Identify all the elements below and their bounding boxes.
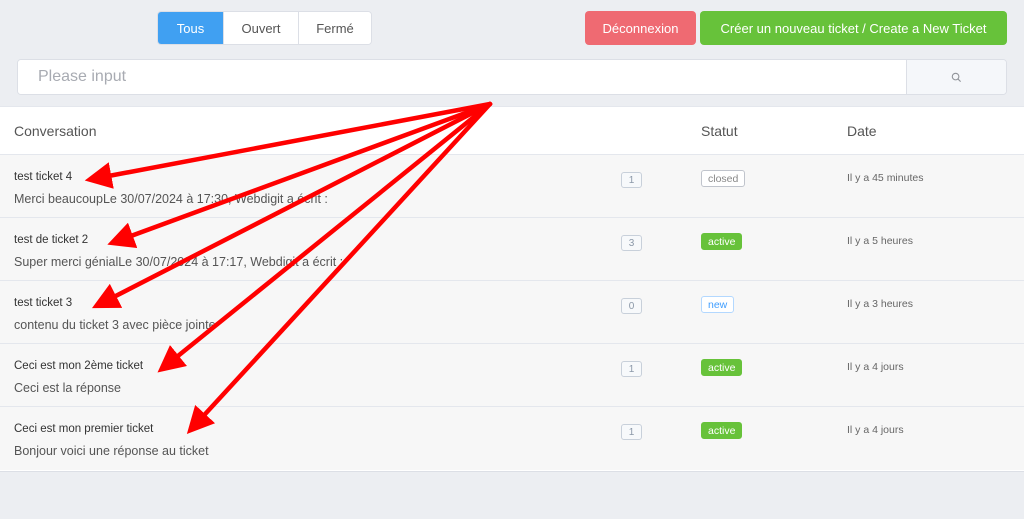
- ticket-title[interactable]: Ceci est mon 2ème ticket: [14, 360, 143, 372]
- message-count-badge: 1: [621, 361, 642, 377]
- table-header: Conversation Statut Date: [0, 107, 1024, 155]
- ticket-table: Conversation Statut Date test ticket 4 M…: [0, 106, 1024, 472]
- status-badge: active: [701, 233, 743, 250]
- ticket-snippet: contenu du ticket 3 avec pièce jointe: [14, 318, 216, 332]
- search-button[interactable]: [906, 60, 1006, 94]
- ticket-date: Il y a 45 minutes: [847, 172, 924, 184]
- ticket-date: Il y a 4 jours: [847, 424, 904, 436]
- ticket-snippet: Merci beaucoupLe 30/07/2024 à 17:30, Web…: [14, 192, 328, 206]
- ticket-title[interactable]: test ticket 3: [14, 297, 72, 309]
- ticket-date: Il y a 5 heures: [847, 235, 913, 247]
- logout-button[interactable]: Déconnexion: [585, 11, 696, 45]
- status-badge: active: [701, 359, 743, 376]
- filter-closed-button[interactable]: Fermé: [299, 12, 371, 44]
- search-bar: [17, 59, 1007, 95]
- create-ticket-button[interactable]: Créer un nouveau ticket / Create a New T…: [700, 11, 1007, 45]
- table-row[interactable]: test ticket 4 Merci beaucoupLe 30/07/202…: [0, 155, 1024, 218]
- ticket-title[interactable]: test ticket 4: [14, 171, 72, 183]
- ticket-title[interactable]: test de ticket 2: [14, 234, 88, 246]
- ticket-title[interactable]: Ceci est mon premier ticket: [14, 423, 153, 435]
- message-count-badge: 0: [621, 298, 642, 314]
- table-row[interactable]: Ceci est mon 2ème ticket Ceci est la rép…: [0, 344, 1024, 407]
- filter-open-button[interactable]: Ouvert: [224, 12, 299, 44]
- search-input[interactable]: [18, 60, 906, 94]
- column-header-conversation: Conversation: [14, 123, 97, 139]
- column-header-status: Statut: [701, 123, 738, 139]
- status-badge: new: [701, 296, 735, 313]
- ticket-date: Il y a 4 jours: [847, 361, 904, 373]
- message-count-badge: 3: [621, 235, 642, 251]
- status-badge: closed: [701, 170, 746, 187]
- column-header-date: Date: [847, 123, 877, 139]
- message-count-badge: 1: [621, 172, 642, 188]
- ticket-date: Il y a 3 heures: [847, 298, 913, 310]
- ticket-snippet: Ceci est la réponse: [14, 381, 122, 395]
- message-count-badge: 1: [621, 424, 642, 440]
- search-icon: [951, 72, 962, 82]
- table-row[interactable]: test ticket 3 contenu du ticket 3 avec p…: [0, 281, 1024, 344]
- ticket-snippet: Super merci génialLe 30/07/2024 à 17:17,…: [14, 255, 344, 269]
- page-frame: Tous Ouvert Fermé Déconnexion Créer un n…: [0, 0, 1024, 519]
- table-row[interactable]: test de ticket 2 Super merci génialLe 30…: [0, 218, 1024, 281]
- filter-all-button[interactable]: Tous: [158, 12, 224, 44]
- status-filter-group: Tous Ouvert Fermé: [157, 11, 372, 45]
- status-badge: active: [701, 422, 743, 439]
- ticket-snippet: Bonjour voici une réponse au ticket: [14, 444, 209, 458]
- table-row[interactable]: Ceci est mon premier ticket Bonjour voic…: [0, 407, 1024, 470]
